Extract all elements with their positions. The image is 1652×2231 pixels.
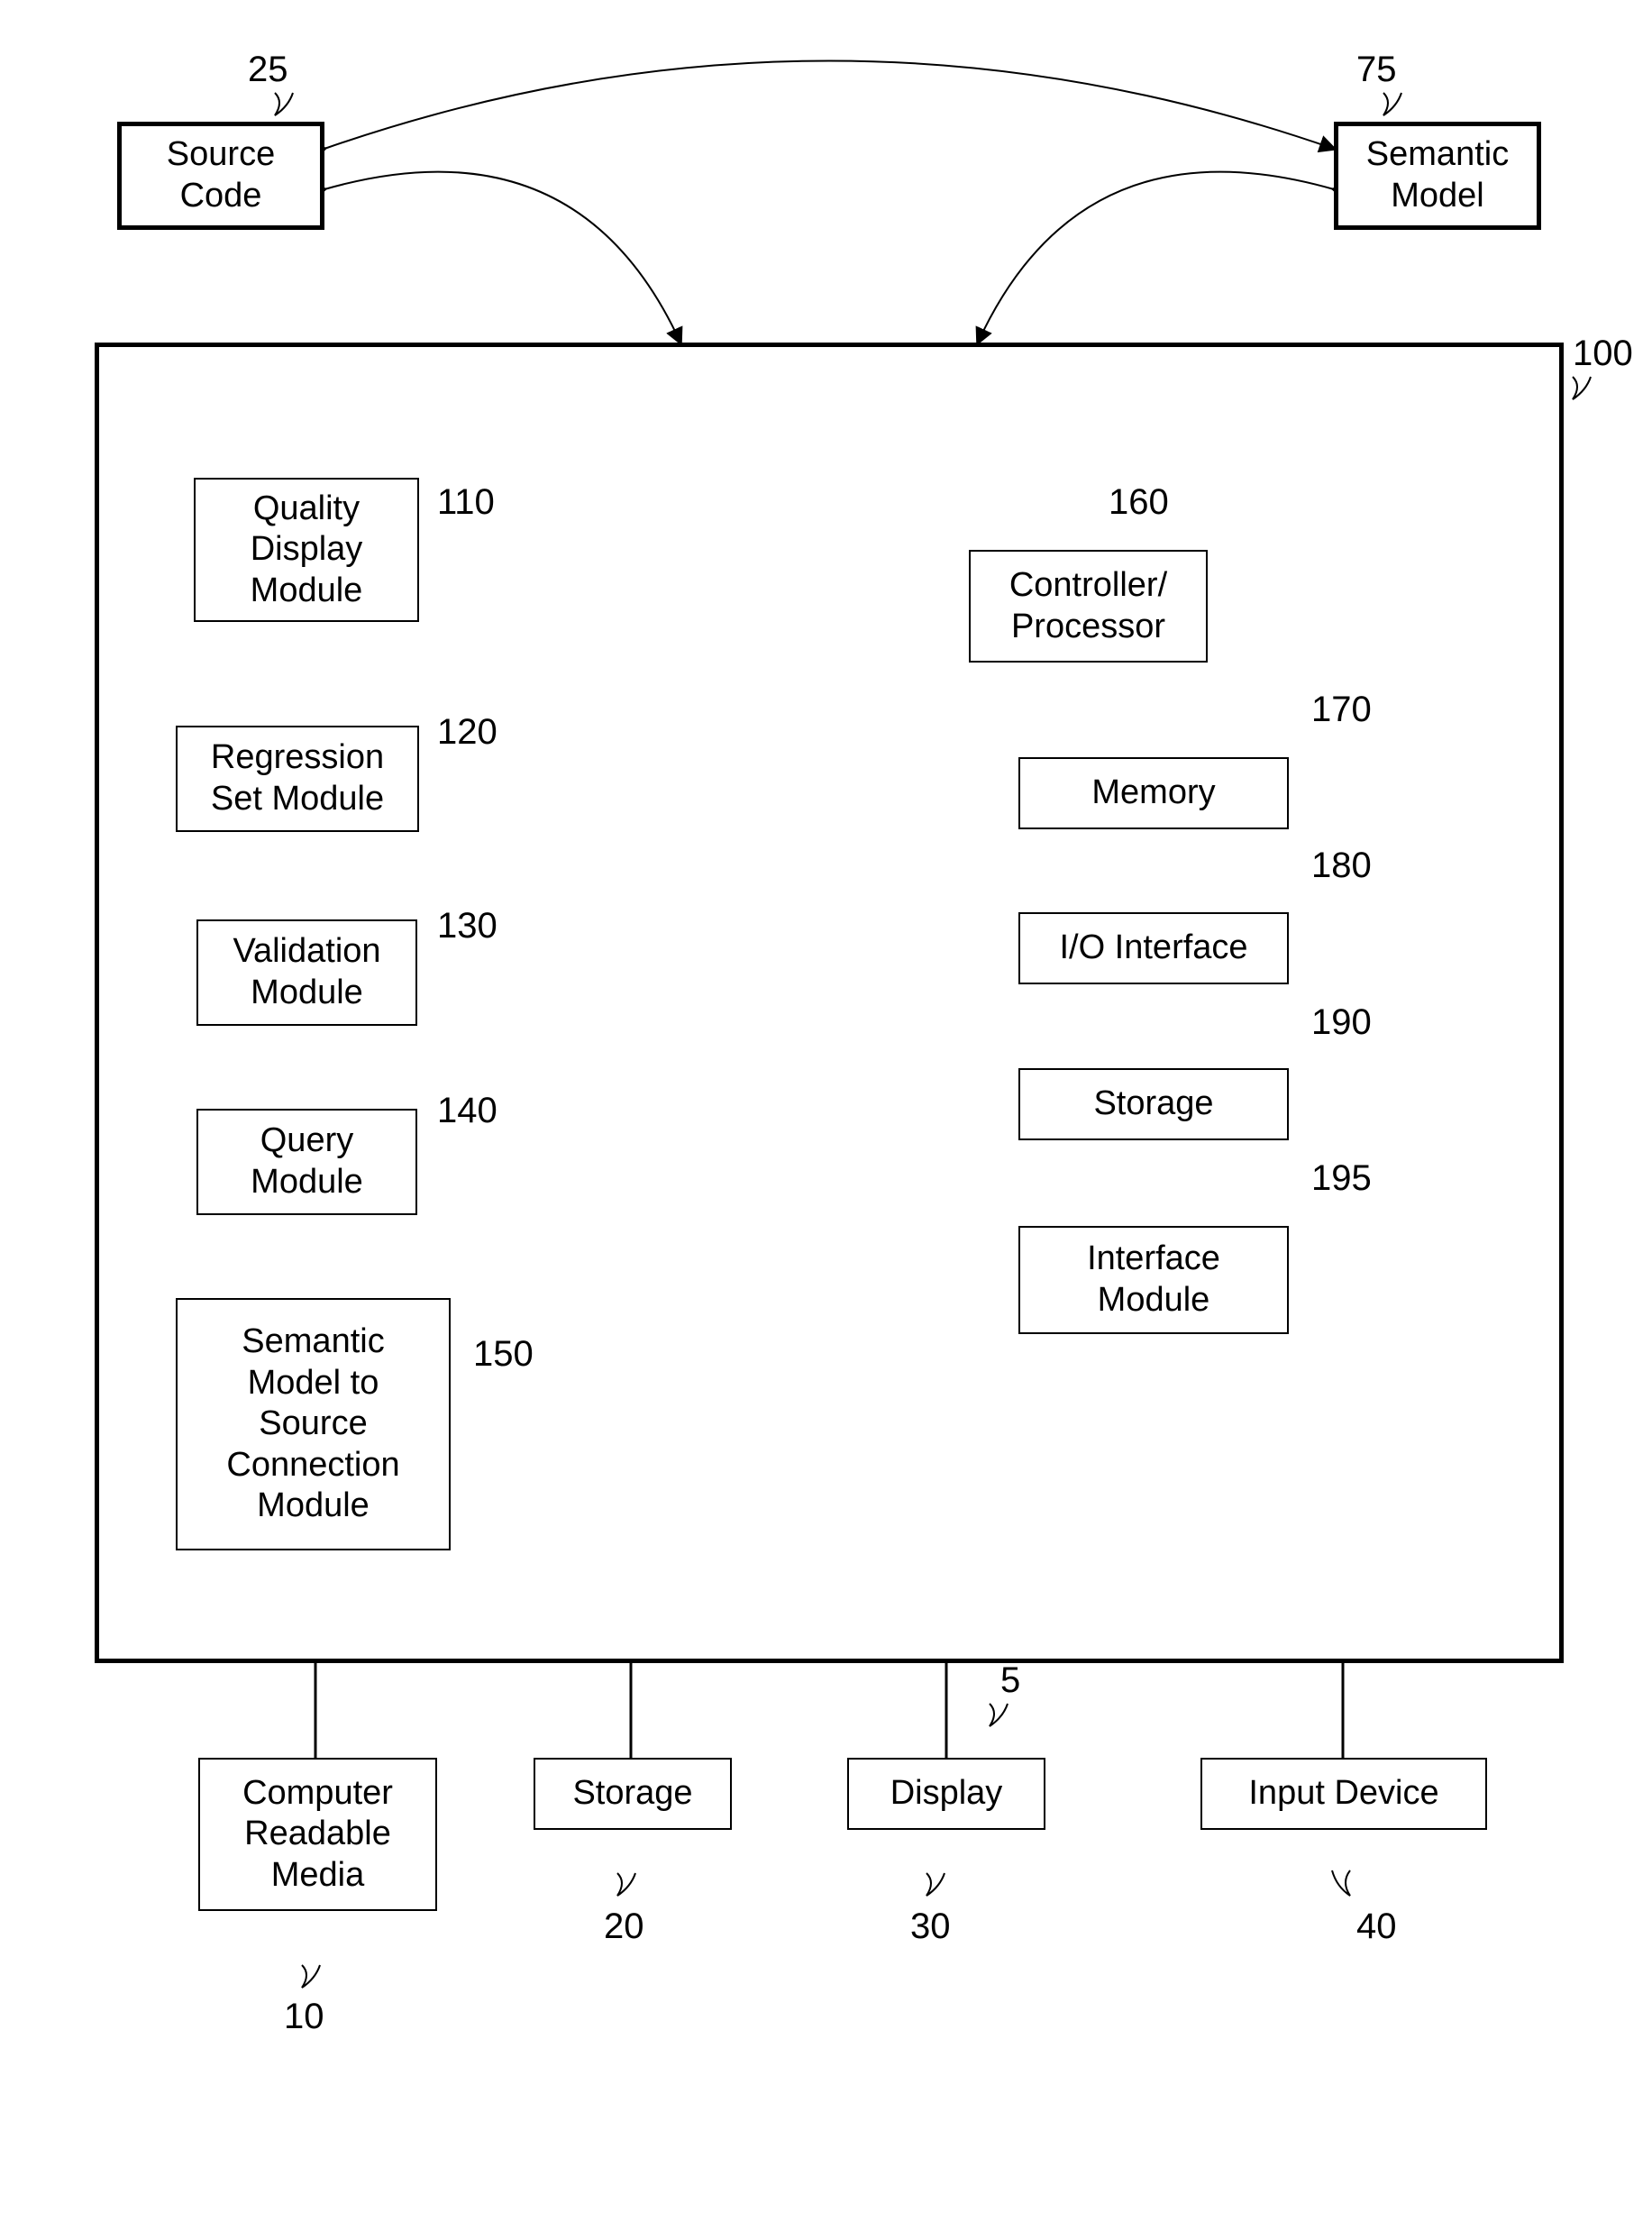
regression-set-module: Regression Set Module: [176, 726, 419, 832]
memory: Memory: [1018, 757, 1289, 829]
ref-40: 40: [1356, 1906, 1397, 1947]
ref-110: 110: [437, 482, 495, 523]
storage-bottom: Storage: [534, 1758, 732, 1830]
semantic-model-to-source-connection-module: Semantic Model to Source Connection Modu…: [176, 1298, 451, 1550]
semantic-model-box: Semantic Model: [1334, 122, 1541, 230]
ref-30: 30: [910, 1906, 951, 1947]
ref-180: 180: [1311, 846, 1372, 886]
io-interface: I/O Interface: [1018, 912, 1289, 984]
computer-readable-media: Computer Readable Media: [198, 1758, 437, 1911]
ref-120: 120: [437, 712, 497, 753]
ref-140: 140: [437, 1091, 497, 1131]
query-module: Query Module: [196, 1109, 417, 1215]
ref-195: 195: [1311, 1158, 1372, 1199]
storage-component: Storage: [1018, 1068, 1289, 1140]
interface-module: Interface Module: [1018, 1226, 1289, 1334]
ref-160: 160: [1109, 482, 1169, 523]
controller-processor: Controller/ Processor: [969, 550, 1208, 663]
source-code-box: Source Code: [117, 122, 324, 230]
validation-module: Validation Module: [196, 919, 417, 1026]
ref-170: 170: [1311, 690, 1372, 730]
ref-25: 25: [248, 50, 288, 90]
ref-150: 150: [473, 1334, 534, 1375]
quality-display-module: Quality Display Module: [194, 478, 419, 622]
ref-190: 190: [1311, 1002, 1372, 1043]
display-bottom: Display: [847, 1758, 1045, 1830]
ref-100: 100: [1573, 334, 1633, 374]
ref-75: 75: [1356, 50, 1397, 90]
ref-10: 10: [284, 1997, 324, 2037]
ref-20: 20: [604, 1906, 644, 1947]
diagram-container: Source Code 25 Semantic Model 75 100 Qua…: [0, 0, 1652, 2231]
input-device: Input Device: [1200, 1758, 1487, 1830]
ref-130: 130: [437, 906, 497, 946]
ref-5: 5: [1000, 1660, 1020, 1701]
